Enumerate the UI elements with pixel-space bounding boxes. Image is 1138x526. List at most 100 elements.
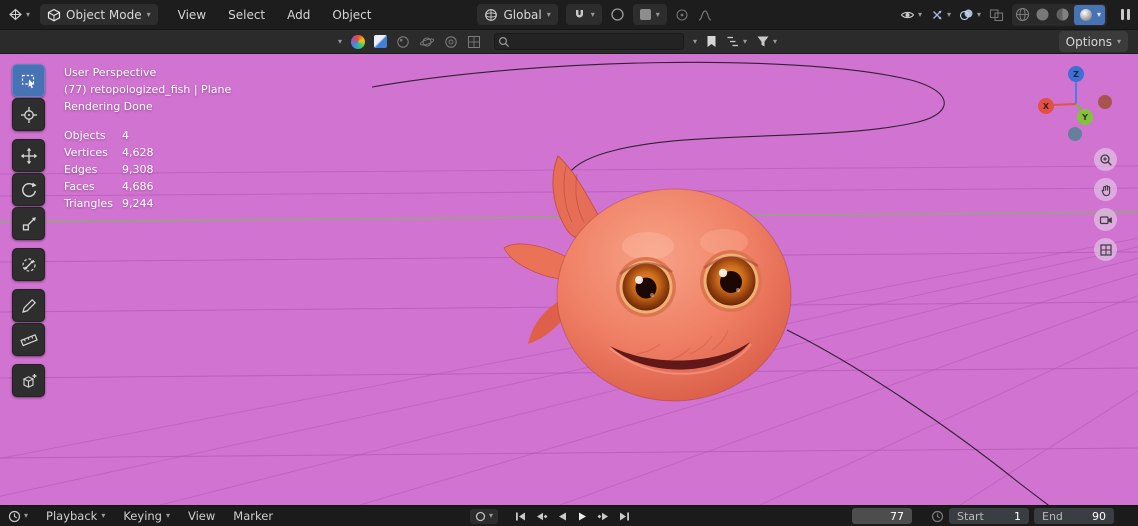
- stat-value: 4: [122, 129, 129, 142]
- 3d-viewport[interactable]: Z X Y User Perspective (77) retopologize…: [0, 54, 1138, 505]
- stat-value: 4,628: [122, 146, 154, 159]
- menu-keying[interactable]: Keying ▾: [123, 509, 170, 523]
- view-label: View: [188, 509, 216, 523]
- timeline-bar: ▾ Playback ▾ Keying ▾ View Marker ▾ 77 Sta…: [0, 505, 1138, 526]
- falloff-curve-icon[interactable]: [697, 8, 713, 22]
- tool-select-box[interactable]: [12, 64, 45, 97]
- square-icon: [639, 9, 651, 20]
- gizmo-neg-z[interactable]: [1068, 127, 1082, 141]
- transport-controls: [514, 510, 631, 523]
- stat-label: Edges: [64, 163, 98, 176]
- mode-dropdown[interactable]: Object Mode ▾: [40, 4, 158, 25]
- tool-add-cube[interactable]: [12, 364, 45, 397]
- shading-solid-icon[interactable]: [1034, 6, 1051, 23]
- tool-transform[interactable]: [12, 248, 45, 281]
- end-label: End: [1042, 509, 1063, 523]
- search-input[interactable]: [494, 33, 685, 50]
- timeline-editor-dropdown[interactable]: ▾: [8, 510, 28, 523]
- overlays-icon: [959, 9, 973, 21]
- eye-icon: [900, 11, 915, 18]
- chevron-down-icon[interactable]: ▾: [338, 37, 342, 46]
- jump-to-start-button[interactable]: [514, 510, 527, 523]
- zoom-button[interactable]: [1094, 148, 1117, 171]
- orthographic-toggle-button[interactable]: [1094, 238, 1117, 261]
- stat-value: 9,244: [122, 197, 154, 210]
- fish-model[interactable]: [503, 155, 792, 402]
- texture-slot-icon[interactable]: [374, 35, 388, 48]
- object-visibility-dropdown[interactable]: ▾: [900, 9, 922, 21]
- bookmark-icon[interactable]: [706, 35, 717, 48]
- menu-view-timeline[interactable]: View: [188, 509, 215, 523]
- next-keyframe-button[interactable]: [596, 510, 611, 523]
- current-frame-value: 77: [890, 509, 904, 523]
- transform-orientation-dropdown[interactable]: Global ▾: [477, 4, 558, 25]
- play-reverse-button[interactable]: [556, 510, 569, 523]
- chevron-down-icon[interactable]: ▾: [693, 37, 697, 46]
- tool-rotate[interactable]: [12, 173, 45, 206]
- vertical-bars-icon[interactable]: [1121, 9, 1130, 20]
- current-frame-field[interactable]: 77: [852, 508, 912, 524]
- fish-brow-left: [622, 232, 674, 260]
- saturn-ring-icon[interactable]: [419, 35, 435, 49]
- stat-label: Faces: [64, 180, 95, 193]
- torus-icon[interactable]: [444, 35, 458, 49]
- material-ball-icon[interactable]: [351, 34, 366, 49]
- chevron-down-icon: ▾: [946, 9, 951, 19]
- shading-wireframe-icon[interactable]: [1014, 6, 1031, 23]
- stat-label: Objects: [64, 129, 106, 142]
- cube-icon: [47, 8, 61, 21]
- frame-start-field[interactable]: Start 1: [949, 508, 1029, 524]
- hierarchy-dropdown[interactable]: ▾: [726, 35, 747, 48]
- zoom-icon: [1099, 153, 1112, 166]
- timer-clock-icon[interactable]: [931, 510, 944, 523]
- prev-keyframe-button[interactable]: [534, 510, 549, 523]
- menu-select[interactable]: Select: [226, 6, 267, 24]
- options-label: Options: [1065, 34, 1112, 49]
- viewport-shading-group: ▾: [1011, 3, 1107, 26]
- menu-object[interactable]: Object: [330, 6, 373, 24]
- keying-label: Keying: [123, 509, 162, 523]
- camera-view-button[interactable]: [1094, 208, 1117, 231]
- grid-graph-icon[interactable]: [467, 35, 481, 49]
- editor-type-dropdown[interactable]: ▾: [8, 7, 30, 22]
- menu-add[interactable]: Add: [285, 6, 312, 24]
- overlays-dropdown[interactable]: ▾: [959, 8, 981, 21]
- snap-target-dropdown[interactable]: ▾: [632, 4, 667, 25]
- gizmo-x-label: X: [1043, 102, 1050, 111]
- shading-material-icon[interactable]: [1054, 6, 1071, 23]
- axis-gizmo[interactable]: Z X Y: [1038, 66, 1112, 141]
- auto-keying-dropdown[interactable]: ▾: [470, 508, 499, 524]
- jump-to-end-button[interactable]: [618, 510, 631, 523]
- gizmo-arrows-icon: [932, 10, 942, 19]
- start-value: 1: [1014, 509, 1021, 523]
- menu-view[interactable]: View: [176, 6, 208, 24]
- tool-measure[interactable]: [12, 323, 45, 356]
- curve-object-lower[interactable]: [786, 329, 1062, 505]
- chevron-down-icon: ▾: [917, 9, 922, 19]
- gizmos-dropdown[interactable]: ▾: [930, 8, 951, 22]
- tool-move[interactable]: [12, 139, 45, 172]
- menu-marker[interactable]: Marker: [233, 509, 273, 523]
- proportional-editing-icon[interactable]: [610, 7, 625, 22]
- xray-toggle-icon[interactable]: [989, 7, 1004, 22]
- tool-annotate[interactable]: [12, 289, 45, 322]
- camera-icon: [1099, 215, 1112, 224]
- filter-dropdown[interactable]: ▾: [756, 35, 777, 48]
- shading-rendered-button[interactable]: ▾: [1073, 4, 1105, 25]
- end-value: 90: [1092, 509, 1106, 523]
- menu-playback[interactable]: Playback ▾: [46, 509, 105, 523]
- chevron-down-icon: ▾: [743, 36, 748, 46]
- mode-label: Object Mode: [66, 7, 142, 22]
- orientation-label: Global: [503, 7, 542, 22]
- snap-dropdown[interactable]: ▾: [565, 4, 602, 25]
- chevron-down-icon: ▾: [165, 511, 170, 520]
- center-dot-icon[interactable]: [675, 8, 689, 22]
- play-button[interactable]: [576, 510, 589, 523]
- tool-scale[interactable]: [12, 207, 45, 240]
- sphere-icon[interactable]: [396, 35, 410, 49]
- frame-end-field[interactable]: End 90: [1034, 508, 1114, 524]
- pan-button[interactable]: [1094, 178, 1117, 201]
- gizmo-neg-x[interactable]: [1098, 95, 1112, 109]
- options-dropdown[interactable]: Options ▾: [1058, 31, 1128, 52]
- tool-cursor[interactable]: [12, 98, 45, 131]
